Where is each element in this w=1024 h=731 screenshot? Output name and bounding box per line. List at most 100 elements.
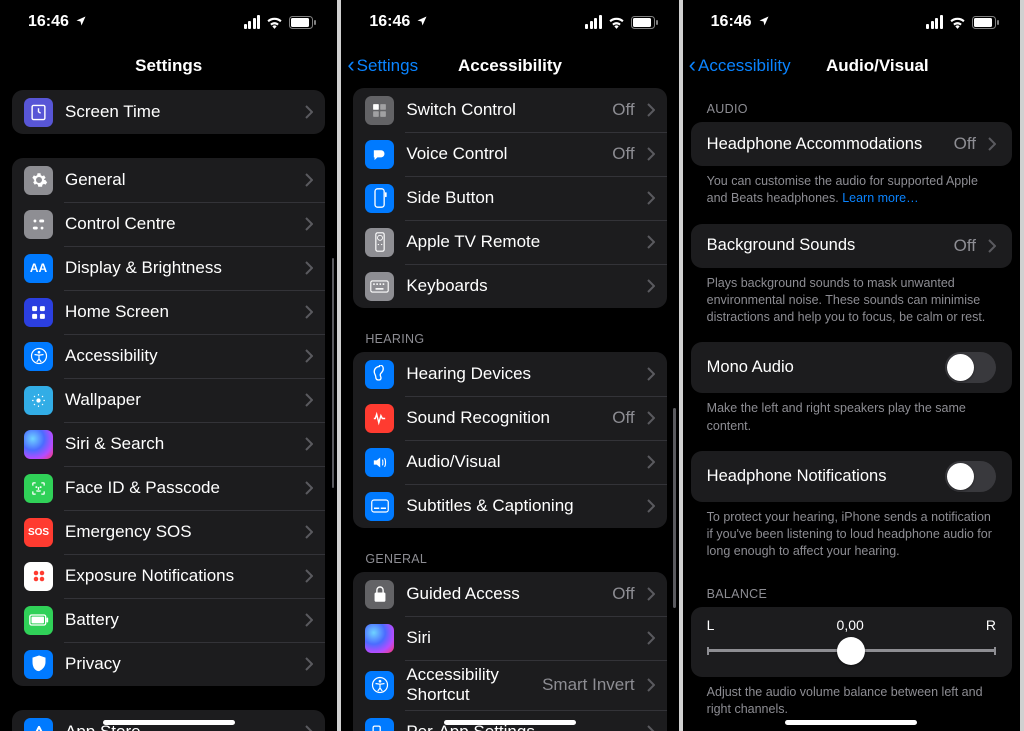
- screen-time-icon: [24, 98, 53, 127]
- location-icon: [758, 15, 770, 30]
- chevron-right-icon: [305, 305, 313, 319]
- status-time: 16:46: [369, 13, 410, 31]
- keyboard-icon: [365, 272, 394, 301]
- learn-more-link[interactable]: Learn more…: [842, 191, 918, 205]
- sound-recognition-icon: [365, 404, 394, 433]
- detail: Off: [954, 236, 976, 256]
- cellular-signal-icon: [244, 15, 261, 29]
- home-indicator[interactable]: [103, 720, 235, 725]
- slider-thumb[interactable]: [837, 637, 865, 665]
- row-faceid-passcode[interactable]: Face ID & Passcode: [12, 466, 325, 510]
- row-keyboards[interactable]: Keyboards: [353, 264, 666, 308]
- chevron-right-icon: [647, 499, 655, 513]
- wifi-icon: [266, 16, 283, 29]
- label: Siri & Search: [65, 434, 293, 454]
- chevron-right-icon: [647, 631, 655, 645]
- chevron-left-icon: ‹: [347, 54, 354, 76]
- row-side-button[interactable]: Side Button: [353, 176, 666, 220]
- label: Background Sounds: [707, 236, 942, 255]
- detail: Smart Invert: [542, 675, 635, 695]
- row-wallpaper[interactable]: Wallpaper: [12, 378, 325, 422]
- home-indicator[interactable]: [785, 720, 917, 725]
- back-button[interactable]: ‹ Settings: [347, 44, 418, 88]
- control-centre-icon: [24, 210, 53, 239]
- chevron-right-icon: [305, 657, 313, 671]
- label: Mono Audio: [707, 358, 933, 377]
- label: Screen Time: [65, 102, 293, 122]
- row-a11y-shortcut[interactable]: Accessibility Shortcut Smart Invert: [353, 660, 666, 710]
- chevron-right-icon: [305, 725, 313, 731]
- label: Hearing Devices: [406, 364, 634, 384]
- chevron-right-icon: [647, 279, 655, 293]
- siri-icon: [24, 430, 53, 459]
- row-subtitles[interactable]: Subtitles & Captioning: [353, 484, 666, 528]
- row-control-centre[interactable]: Control Centre: [12, 202, 325, 246]
- wifi-icon: [949, 16, 966, 29]
- row-display-brightness[interactable]: AA Display & Brightness: [12, 246, 325, 290]
- wifi-icon: [608, 16, 625, 29]
- label: Guided Access: [406, 584, 600, 604]
- nav-title: Accessibility: [458, 56, 562, 76]
- row-battery[interactable]: Battery: [12, 598, 325, 642]
- row-exposure[interactable]: Exposure Notifications: [12, 554, 325, 598]
- balance-l: L: [707, 617, 715, 633]
- label: Battery: [65, 610, 293, 630]
- chevron-right-icon: [305, 525, 313, 539]
- detail: Off: [612, 584, 634, 604]
- row-guided-access[interactable]: Guided Access Off: [353, 572, 666, 616]
- row-background-sounds[interactable]: Background Sounds Off: [691, 224, 1012, 268]
- row-apple-tv-remote[interactable]: Apple TV Remote: [353, 220, 666, 264]
- chevron-right-icon: [647, 191, 655, 205]
- toggle-mono-audio[interactable]: [945, 352, 996, 383]
- label: Wallpaper: [65, 390, 293, 410]
- row-privacy[interactable]: Privacy: [12, 642, 325, 686]
- label: Siri: [406, 628, 634, 648]
- location-icon: [416, 15, 428, 30]
- label: Exposure Notifications: [65, 566, 293, 586]
- label: Keyboards: [406, 276, 634, 296]
- back-button[interactable]: ‹ Accessibility: [689, 44, 791, 88]
- home-indicator[interactable]: [444, 720, 576, 725]
- row-audio-visual[interactable]: Audio/Visual: [353, 440, 666, 484]
- row-switch-control[interactable]: Switch Control Off: [353, 88, 666, 132]
- label: Subtitles & Captioning: [406, 496, 634, 516]
- row-general[interactable]: General: [12, 158, 325, 202]
- row-sound-recognition[interactable]: Sound Recognition Off: [353, 396, 666, 440]
- footer-mono: Make the left and right speakers play th…: [691, 393, 1012, 437]
- row-siri[interactable]: Siri: [353, 616, 666, 660]
- row-home-screen[interactable]: Home Screen: [12, 290, 325, 334]
- footer-headphone-acc: You can customise the audio for supporte…: [691, 166, 1012, 210]
- chevron-right-icon: [305, 105, 313, 119]
- row-hearing-devices[interactable]: Hearing Devices: [353, 352, 666, 396]
- balance-slider[interactable]: L 0,00 R: [691, 607, 1012, 677]
- siri-icon: [365, 624, 394, 653]
- subtitles-icon: [365, 492, 394, 521]
- label: General: [65, 170, 293, 190]
- label: Accessibility: [65, 346, 293, 366]
- chevron-right-icon: [647, 103, 655, 117]
- row-screen-time[interactable]: Screen Time: [12, 90, 325, 134]
- row-headphone-accommodations[interactable]: Headphone Accommodations Off: [691, 122, 1012, 166]
- battery-icon: [972, 16, 1000, 29]
- scroll-indicator[interactable]: [673, 408, 676, 608]
- status-time: 16:46: [28, 13, 69, 31]
- phone-accessibility: 16:46 ‹ Settings Accessibility Switch Co…: [341, 0, 682, 731]
- row-voice-control[interactable]: Voice Control Off: [353, 132, 666, 176]
- section-hearing: Hearing: [353, 308, 666, 352]
- chevron-right-icon: [305, 613, 313, 627]
- appstore-icon: [24, 718, 53, 731]
- scroll-indicator[interactable]: [332, 258, 335, 488]
- toggle-headphone-notif[interactable]: [945, 461, 996, 492]
- row-accessibility[interactable]: Accessibility: [12, 334, 325, 378]
- row-siri-search[interactable]: Siri & Search: [12, 422, 325, 466]
- accessibility-icon: [24, 342, 53, 371]
- row-emergency-sos[interactable]: SOS Emergency SOS: [12, 510, 325, 554]
- home-screen-icon: [24, 298, 53, 327]
- nav-title: Settings: [135, 56, 202, 76]
- balance-value: 0,00: [837, 617, 864, 633]
- label: Voice Control: [406, 144, 600, 164]
- label: Face ID & Passcode: [65, 478, 293, 498]
- chevron-right-icon: [988, 137, 996, 151]
- switch-control-icon: [365, 96, 394, 125]
- row-headphone-notif: Headphone Notifications: [691, 451, 1012, 502]
